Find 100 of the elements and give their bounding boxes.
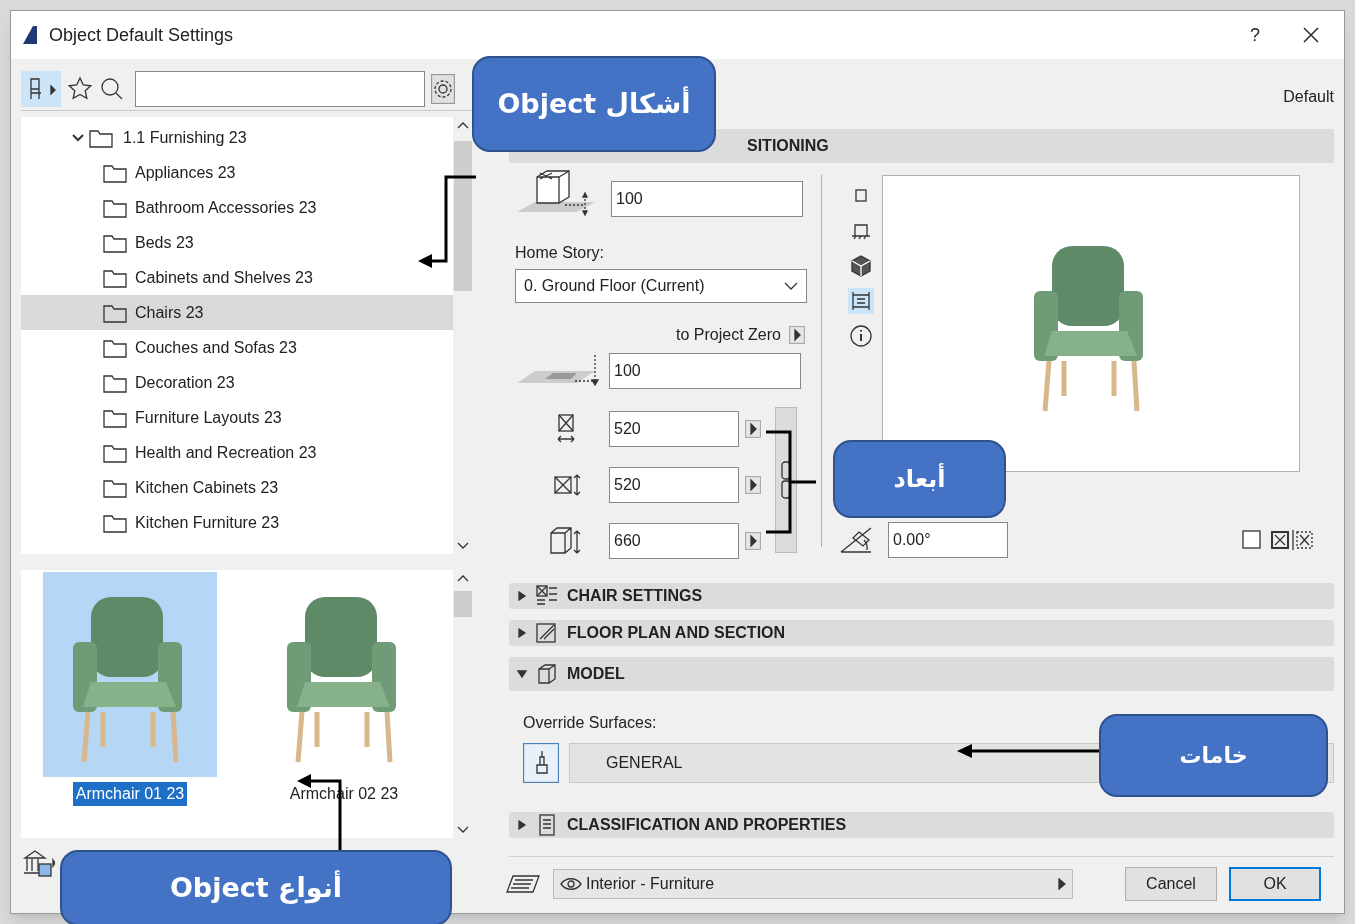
offset-field[interactable]: 100	[611, 181, 803, 217]
star-icon[interactable]	[67, 75, 93, 102]
library-icon[interactable]	[21, 848, 55, 878]
elevation-field[interactable]: 100	[609, 353, 801, 389]
depth-field[interactable]: 520	[609, 467, 739, 503]
annotation-callout-tooltip: أشكال Object	[472, 56, 716, 152]
arrow-button-icon[interactable]	[745, 420, 761, 438]
tree-label: 1.1 Furnishing 23	[123, 127, 247, 148]
folder-icon	[103, 372, 127, 393]
search-icon[interactable]	[99, 75, 125, 102]
reference-label: to Project Zero	[676, 325, 781, 345]
tree-item[interactable]: Couches and Sofas 23	[21, 330, 453, 365]
checkbox-icon[interactable]	[1242, 530, 1262, 550]
plan-section-icon	[535, 621, 559, 645]
scroll-down-icon[interactable]	[457, 542, 469, 550]
chevron-down-icon[interactable]	[71, 132, 85, 143]
folder-icon	[103, 337, 127, 358]
thumbnail-label[interactable]: Armchair 01 23	[72, 782, 188, 806]
angle-field[interactable]: 0.00°	[888, 522, 1008, 558]
tree-item[interactable]: Bathroom Accessories 23	[21, 190, 453, 225]
tree-label: Kitchen Cabinets 23	[135, 477, 279, 498]
annotation-callout-tooltip: خامات	[1099, 714, 1328, 797]
section-header[interactable]: CHAIR SETTINGS	[509, 583, 1334, 609]
dialog-button[interactable]: Cancel	[1125, 867, 1217, 901]
window-title: Object Default Settings	[49, 23, 235, 47]
arrow-button-icon[interactable]	[789, 326, 805, 344]
tree-item[interactable]: Decoration 23	[21, 365, 453, 400]
field-label: Home Story:	[515, 243, 605, 263]
search-field[interactable]	[135, 70, 425, 107]
tree-label: Health and Recreation 23	[135, 442, 317, 463]
layer-icon	[505, 872, 541, 896]
info-icon[interactable]	[848, 323, 874, 349]
chair-menu-icon[interactable]	[21, 70, 61, 107]
tree-label: Decoration 23	[135, 372, 235, 393]
armchair-thumbnail[interactable]	[43, 572, 217, 777]
section-header[interactable]: FLOOR PLAN AND SECTION	[509, 620, 1334, 646]
tree-item[interactable]: Beds 23	[21, 225, 453, 260]
settings-name: Default	[1283, 87, 1334, 107]
height-field[interactable]: 660	[609, 523, 739, 559]
scroll-down-icon[interactable]	[457, 826, 469, 834]
settings-icon[interactable]	[431, 73, 455, 104]
folder-icon	[103, 302, 127, 323]
field-label: Override Surfaces:	[523, 713, 658, 733]
scroll-up-icon[interactable]	[457, 574, 469, 582]
annotation-callout-tooltip: أنواع Object	[60, 850, 452, 924]
triangle-right-icon	[517, 591, 527, 601]
tree-label: Couches and Sofas 23	[135, 337, 297, 358]
model-section-icon	[535, 662, 559, 686]
folder-icon	[103, 232, 127, 253]
section-header[interactable]: MODEL	[509, 657, 1334, 691]
scrollbar-thumb[interactable]	[454, 140, 472, 291]
tree-label: Beds 23	[135, 232, 194, 253]
eye-icon	[560, 877, 582, 891]
tree-item[interactable]: Appliances 23	[21, 155, 453, 190]
help-button[interactable]: ?	[1240, 21, 1270, 49]
chevron-down-icon	[784, 282, 798, 290]
folder-icon	[103, 407, 127, 428]
chair-section-icon	[535, 584, 559, 608]
triangle-right-icon	[517, 628, 527, 638]
folder-icon	[103, 162, 127, 183]
list-view-icon[interactable]	[848, 288, 874, 314]
annotation-callout-tooltip: أبعاد	[833, 440, 1006, 518]
tree-item[interactable]: Health and Recreation 23	[21, 435, 453, 470]
rotation-angle-icon	[840, 527, 872, 553]
layer-dropdown[interactable]: Interior - Furniture	[553, 869, 1073, 899]
folder-icon	[103, 197, 127, 218]
width-field[interactable]: 520	[609, 411, 739, 447]
scroll-up-icon[interactable]	[457, 121, 469, 129]
tree-label: Appliances 23	[135, 162, 236, 183]
tree-item[interactable]: 1.1 Furnishing 23	[21, 120, 453, 155]
arrow-button-icon[interactable]	[745, 532, 761, 550]
tree-label: Furniture Layouts 23	[135, 407, 282, 428]
story-dropdown[interactable]: 0. Ground Floor (Current)	[515, 269, 807, 303]
tree-label: Cabinets and Shelves 23	[135, 267, 313, 288]
cube-view-icon[interactable]	[848, 253, 874, 279]
tree-label: Bathroom Accessories 23	[135, 197, 317, 218]
section-header[interactable]: CLASSIFICATION AND PROPERTIES	[509, 812, 1334, 838]
folder-icon	[103, 267, 127, 288]
triangle-right-icon	[517, 820, 527, 830]
tree-label: Chairs 23	[135, 302, 204, 323]
tree-item[interactable]: Kitchen Cabinets 23	[21, 470, 453, 505]
dialog-button[interactable]: OK	[1229, 867, 1321, 901]
close-icon[interactable]	[1302, 26, 1320, 44]
folder-icon	[89, 127, 113, 148]
tree-item[interactable]: Chairs 23	[21, 295, 453, 330]
triangle-right-icon	[1058, 878, 1066, 890]
triangle-down-icon	[517, 669, 527, 679]
tree-item[interactable]: Kitchen Furniture 23	[21, 505, 453, 540]
crossed-box-icon[interactable]	[1270, 530, 1290, 550]
folder-icon	[103, 477, 127, 498]
chain-link-icon	[781, 460, 791, 500]
tree-item[interactable]: Furniture Layouts 23	[21, 400, 453, 435]
folder-icon	[103, 512, 127, 533]
paint-brush-button[interactable]	[523, 743, 559, 783]
tree-item[interactable]: Cabinets and Shelves 23	[21, 260, 453, 295]
folder-icon	[103, 442, 127, 463]
dashed-box-icon[interactable]	[1292, 530, 1314, 550]
arrow-button-icon[interactable]	[745, 476, 761, 494]
tree-label: Kitchen Furniture 23	[135, 512, 280, 533]
scrollbar-thumb[interactable]	[454, 591, 472, 617]
